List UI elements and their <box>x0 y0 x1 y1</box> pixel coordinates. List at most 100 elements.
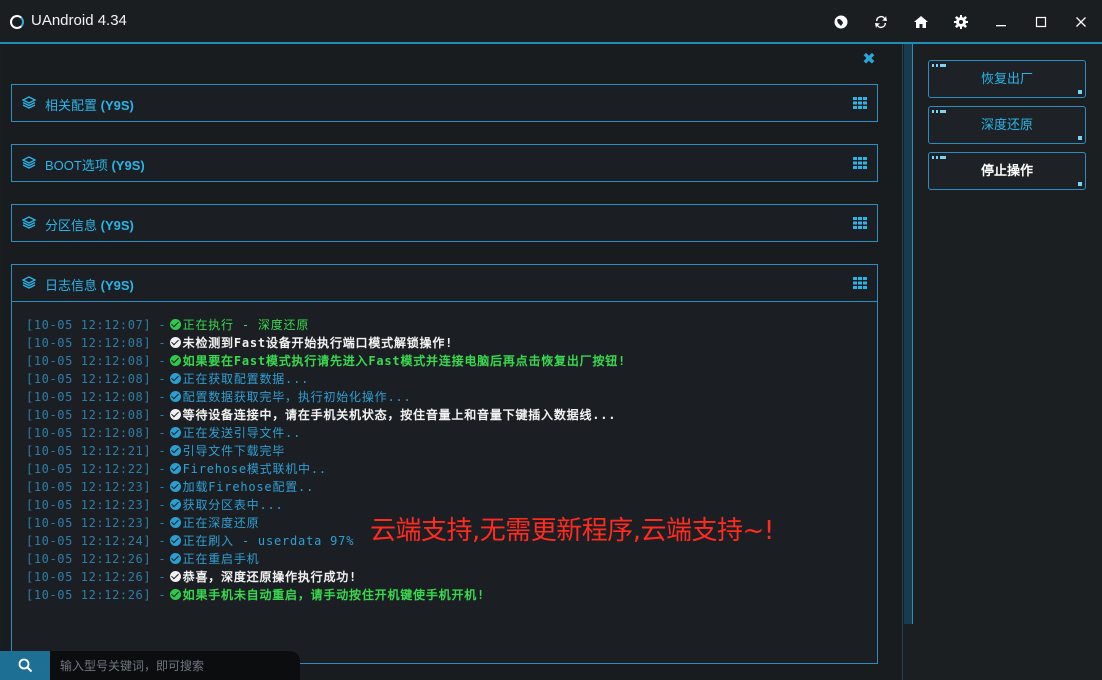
log-message: Firehose模式联机中.. <box>182 462 327 476</box>
log-timestamp: [10-05 12:12:21] <box>26 444 152 458</box>
log-separator: - <box>151 318 166 332</box>
log-timestamp: [10-05 12:12:08] <box>26 372 152 386</box>
check-circle-icon <box>169 571 181 582</box>
layers-icon <box>22 156 36 169</box>
check-circle-icon <box>169 373 181 384</box>
restore-factory-button[interactable]: 恢复出厂 <box>928 60 1086 98</box>
check-circle-icon <box>169 499 181 510</box>
button-decoration <box>932 156 948 160</box>
maximize-icon[interactable] <box>1029 10 1053 34</box>
log-message: 正在深度还原 <box>182 516 260 530</box>
check-circle-icon <box>169 391 181 402</box>
log-separator: - <box>151 354 166 368</box>
log-line: [10-05 12:12:22] - Firehose模式联机中.. <box>26 460 867 478</box>
log-message: 正在发送引导文件.. <box>182 426 302 440</box>
layers-icon <box>22 96 36 109</box>
grid-icon[interactable] <box>853 217 867 229</box>
section-title: 日志信息 (Y9S) <box>45 278 134 293</box>
search-bar <box>0 651 300 680</box>
button-label: 停止操作 <box>980 164 1033 179</box>
log-line: [10-05 12:12:08] - 如果要在Fast模式执行请先进入Fast模式… <box>26 352 867 370</box>
stop-operation-button[interactable]: 停止操作 <box>928 152 1086 190</box>
main-panel: ✖ 相关配置 (Y9S) BOOT选项 (Y9S) 分区信息 (Y9S) 日志信… <box>2 44 903 680</box>
log-message: 引导文件下载完毕 <box>182 444 286 458</box>
section-config-header[interactable]: 相关配置 (Y9S) <box>12 85 877 121</box>
log-separator: - <box>151 552 166 566</box>
home-icon[interactable] <box>909 10 933 34</box>
section-boot: BOOT选项 (Y9S) <box>11 144 878 182</box>
section-log-header[interactable]: 日志信息 (Y9S) <box>12 265 877 302</box>
log-line: [10-05 12:12:08] - 未检测到Fast设备开始执行端口模式解锁操作… <box>26 334 867 352</box>
close-icon[interactable] <box>1069 10 1093 34</box>
section-title: 分区信息 (Y9S) <box>45 218 134 233</box>
log-separator: - <box>151 570 166 584</box>
log-separator: - <box>151 480 166 494</box>
log-separator: - <box>151 426 166 440</box>
button-decoration <box>932 110 948 114</box>
log-line: [10-05 12:12:26] - 恭喜，深度还原操作执行成功! <box>26 568 867 586</box>
app-logo-icon <box>10 15 24 29</box>
log-timestamp: [10-05 12:12:08] <box>26 426 152 440</box>
layers-icon <box>22 276 36 289</box>
check-circle-icon <box>169 535 181 546</box>
action-panel: 恢复出厂 深度还原 停止操作 <box>904 44 1102 680</box>
log-timestamp: [10-05 12:12:23] <box>26 516 152 530</box>
log-message: 如果手机未自动重启，请手动按住开机键使手机开机! <box>182 588 486 602</box>
button-decoration <box>1078 136 1082 140</box>
refresh-icon[interactable] <box>869 10 893 34</box>
log-separator: - <box>151 444 166 458</box>
log-line: [10-05 12:12:07] - 正在执行 - 深度还原 <box>26 316 867 334</box>
log-timestamp: [10-05 12:12:08] <box>26 408 152 422</box>
log-line: [10-05 12:12:26] - 如果手机未自动重启，请手动按住开机键使手机开… <box>26 586 867 604</box>
button-label: 恢复出厂 <box>980 72 1033 87</box>
log-message: 配置数据获取完毕，执行初始化操作... <box>182 390 412 404</box>
grid-icon[interactable] <box>853 157 867 169</box>
section-partition-header[interactable]: 分区信息 (Y9S) <box>12 205 877 241</box>
log-message: 正在执行 - 深度还原 <box>182 318 310 332</box>
log-line: [10-05 12:12:23] - 加载Firehose配置.. <box>26 478 867 496</box>
check-circle-icon <box>169 319 181 330</box>
log-timestamp: [10-05 12:12:26] <box>26 570 152 584</box>
globe-icon[interactable] <box>829 10 853 34</box>
log-message: 正在获取配置数据... <box>182 372 310 386</box>
grid-icon[interactable] <box>853 97 867 109</box>
log-timestamp: [10-05 12:12:24] <box>26 534 152 548</box>
minimize-icon[interactable] <box>989 10 1013 34</box>
log-timestamp: [10-05 12:12:08] <box>26 354 152 368</box>
log-message: 等待设备连接中，请在手机关机状态，按住音量上和音量下键插入数据线... <box>182 408 617 422</box>
section-title: BOOT选项 (Y9S) <box>45 158 145 173</box>
check-circle-icon <box>169 427 181 438</box>
log-separator: - <box>151 588 166 602</box>
section-partition: 分区信息 (Y9S) <box>11 204 878 242</box>
log-timestamp: [10-05 12:12:23] <box>26 498 152 512</box>
log-timestamp: [10-05 12:12:22] <box>26 462 152 476</box>
log-timestamp: [10-05 12:12:23] <box>26 480 152 494</box>
grid-icon[interactable] <box>853 277 867 289</box>
log-timestamp: [10-05 12:12:26] <box>26 552 152 566</box>
log-timestamp: [10-05 12:12:08] <box>26 390 152 404</box>
check-circle-icon <box>169 409 181 420</box>
log-separator: - <box>151 534 166 548</box>
log-separator: - <box>151 336 166 350</box>
search-button[interactable] <box>0 651 50 680</box>
check-circle-icon <box>169 589 181 600</box>
log-separator: - <box>151 408 166 422</box>
log-line: [10-05 12:12:08] - 正在发送引导文件.. <box>26 424 867 442</box>
log-separator: - <box>151 516 166 530</box>
section-config: 相关配置 (Y9S) <box>11 84 878 122</box>
log-timestamp: [10-05 12:12:07] <box>26 318 152 332</box>
log-timestamp: [10-05 12:12:26] <box>26 588 152 602</box>
close-panel-icon[interactable]: ✖ <box>860 50 878 68</box>
log-separator: - <box>151 498 166 512</box>
log-message: 获取分区表中... <box>182 498 284 512</box>
log-separator: - <box>151 390 166 404</box>
check-circle-icon <box>169 445 181 456</box>
search-input[interactable] <box>58 655 292 677</box>
section-boot-header[interactable]: BOOT选项 (Y9S) <box>12 145 877 181</box>
overlay-caption: 云端支持,无需更新程序,云端支持~! <box>370 516 774 546</box>
gear-icon[interactable] <box>949 10 973 34</box>
check-circle-icon <box>169 463 181 474</box>
button-decoration <box>932 64 948 68</box>
log-message: 如果要在Fast模式执行请先进入Fast模式并连接电脑后再点击恢复出厂按钮! <box>182 354 627 368</box>
deep-restore-button[interactable]: 深度还原 <box>928 106 1086 144</box>
